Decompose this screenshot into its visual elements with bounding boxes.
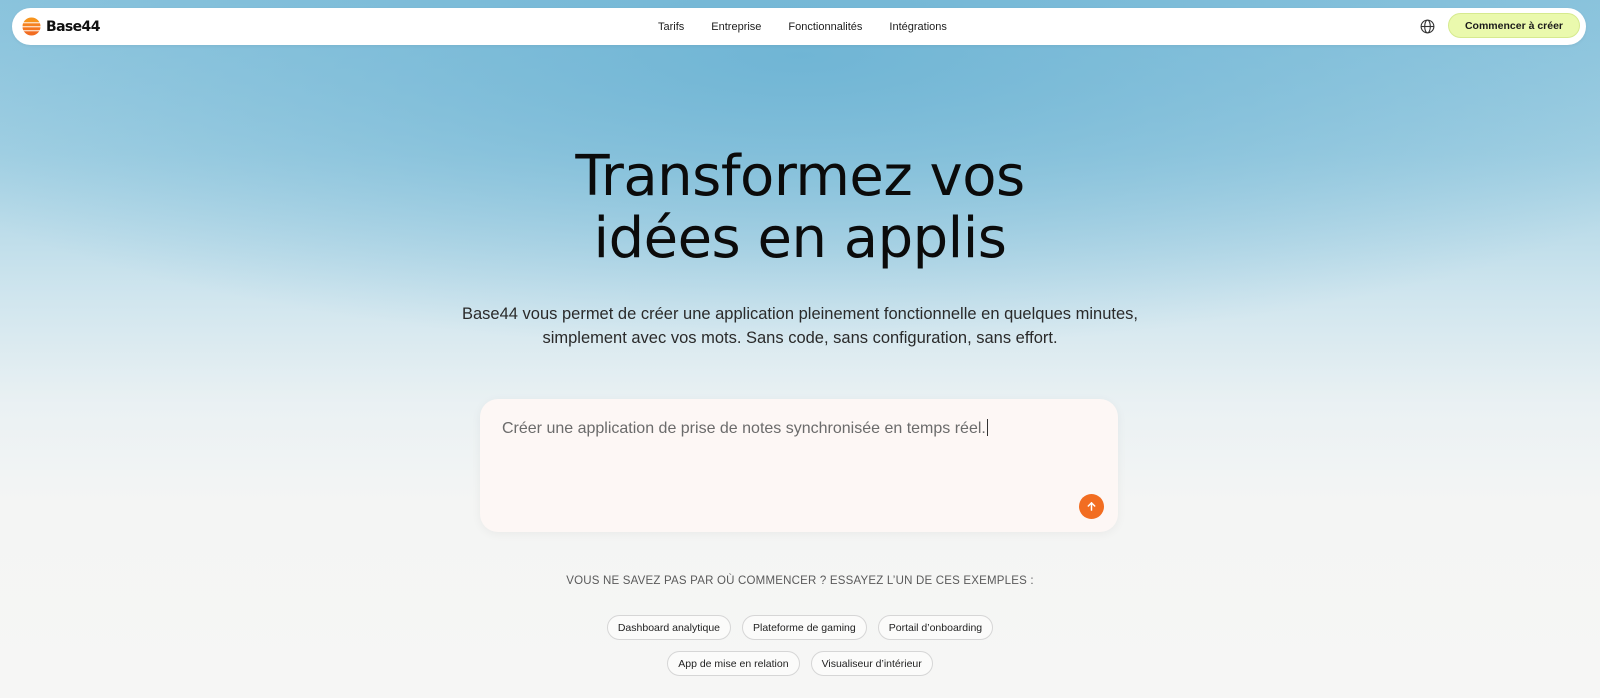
example-chips-row-2: App de mise en relation Visualiseur d’in…: [400, 651, 1200, 676]
top-navbar: Base44 Tarifs Entreprise Fonctionnalités…: [12, 8, 1586, 45]
example-chip-analytics-dashboard[interactable]: Dashboard analytique: [606, 615, 731, 640]
nav-link-fonctionnalites[interactable]: Fonctionnalités: [788, 21, 862, 33]
hero-subtitle-line-1: Base44 vous permet de créer une applicat…: [461, 305, 1139, 323]
example-chip-onboarding-portal[interactable]: Portail d’onboarding: [877, 615, 994, 640]
text-caret: [986, 419, 988, 436]
hero-subtitle-line-2: simplement avec vos mots. Sans code, san…: [542, 329, 1058, 347]
example-chip-matchmaking-app[interactable]: App de mise en relation: [667, 651, 800, 676]
examples-heading: VOUS NE SAVEZ PAS PAR OÙ COMMENCER ? ESS…: [566, 575, 1034, 587]
prompt-card: Créer une application de prise de notes …: [480, 399, 1118, 532]
globe-icon[interactable]: [1419, 18, 1436, 35]
brand-logo[interactable]: Base44: [22, 17, 100, 36]
brand-name: Base44: [46, 18, 100, 35]
start-creating-button[interactable]: Commencer à créer: [1448, 13, 1580, 38]
arrow-up-icon: [1087, 502, 1096, 511]
example-chip-gaming-platform[interactable]: Plateforme de gaming: [742, 615, 867, 640]
hero-title-line-2: idées en applis: [593, 206, 1007, 271]
send-button[interactable]: [1079, 494, 1104, 519]
nav-link-integrations[interactable]: Intégrations: [889, 21, 946, 33]
nav-links: Tarifs Entreprise Fonctionnalités Intégr…: [658, 8, 974, 45]
hero-title-line-1: Transformez vos: [575, 144, 1025, 209]
hero-title: Transformez vos idées en applis: [400, 146, 1200, 270]
sun-logo-icon: [22, 17, 41, 36]
hero-subtitle: Base44 vous permet de créer une applicat…: [400, 302, 1200, 350]
prompt-text: Créer une application de prise de notes …: [502, 420, 986, 437]
example-chip-interior-visualizer[interactable]: Visualiseur d’intérieur: [810, 651, 933, 676]
nav-link-entreprise[interactable]: Entreprise: [711, 21, 761, 33]
example-chips-row-1: Dashboard analytique Plateforme de gamin…: [400, 615, 1200, 640]
prompt-input[interactable]: Créer une application de prise de notes …: [502, 419, 1092, 438]
nav-link-tarifs[interactable]: Tarifs: [658, 21, 684, 33]
